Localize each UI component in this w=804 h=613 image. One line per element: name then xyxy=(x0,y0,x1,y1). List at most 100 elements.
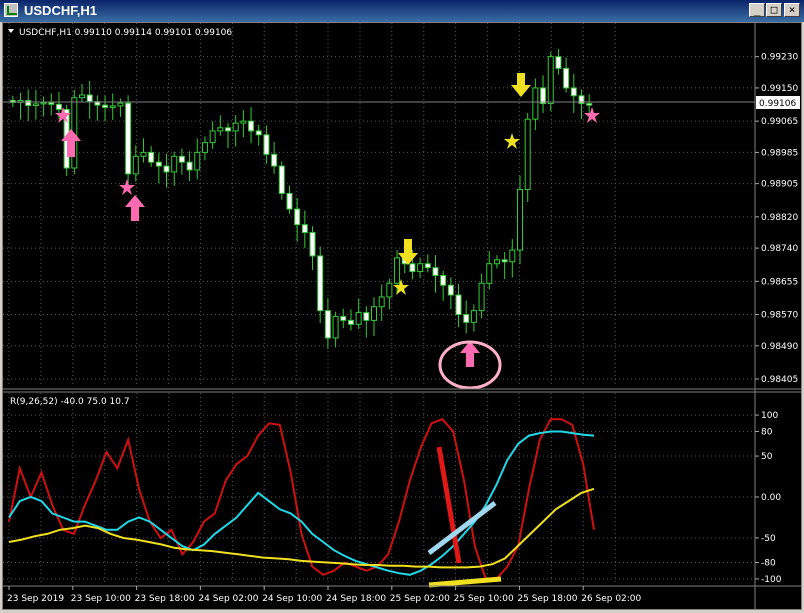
candle xyxy=(140,138,147,163)
price-grid xyxy=(3,23,755,387)
price-tick-label: 0.98740 xyxy=(761,244,798,254)
candle xyxy=(255,124,262,146)
chart-canvas[interactable]: 0.99230 0.99150 0.99065 0.98985 0.98905 0.988… xyxy=(3,23,801,609)
candle xyxy=(232,115,239,147)
candle xyxy=(217,115,224,136)
indicator-series xyxy=(8,418,595,580)
chart-window-icon xyxy=(4,3,18,17)
candle xyxy=(424,254,431,273)
candle xyxy=(201,136,208,161)
candle xyxy=(117,98,124,117)
candle xyxy=(132,145,139,182)
candle xyxy=(155,152,162,184)
candle xyxy=(432,255,439,293)
price-tick-label: 0.98490 xyxy=(761,342,798,352)
chart-header: USDCHF,H1 0.99110 0.99114 0.99101 0.9910… xyxy=(19,28,232,38)
indicator-tick-label: -100 xyxy=(761,575,782,585)
indicator-tick-label: -50 xyxy=(761,534,776,544)
price-tick-label: 0.99065 xyxy=(761,117,798,127)
candle xyxy=(340,308,347,329)
candle xyxy=(378,284,385,321)
candle xyxy=(125,95,132,184)
candle xyxy=(470,304,477,332)
candle xyxy=(347,309,354,331)
price-tick-label: 0.98405 xyxy=(761,375,798,385)
candle xyxy=(501,252,508,279)
candle xyxy=(578,89,585,120)
price-tick-label: 0.98570 xyxy=(761,311,798,321)
maximize-button[interactable]: □ xyxy=(766,3,782,17)
candle xyxy=(563,57,570,93)
time-tick-label: 24 Sep 10:00 xyxy=(262,594,322,604)
candle xyxy=(386,278,393,310)
candle xyxy=(286,185,293,214)
candle xyxy=(109,93,116,120)
candle xyxy=(79,84,85,103)
candle xyxy=(324,298,331,349)
star-icon xyxy=(504,133,520,149)
candle xyxy=(209,121,216,149)
price-tick-label: 0.98905 xyxy=(761,180,798,190)
title-bar[interactable]: USDCHF,H1 _ □ × xyxy=(0,0,804,22)
candle xyxy=(271,141,278,174)
candle xyxy=(240,110,247,138)
time-tick-label: 23 Sep 18:00 xyxy=(135,594,195,604)
arrow-down-icon xyxy=(511,73,531,97)
star-icon xyxy=(119,179,135,195)
candle xyxy=(294,198,301,242)
candle xyxy=(301,210,308,249)
candle xyxy=(25,89,32,122)
candle xyxy=(94,95,101,121)
star-icon xyxy=(584,107,600,123)
candle xyxy=(532,78,539,131)
candle xyxy=(102,95,109,122)
candlestick-series xyxy=(9,48,593,349)
indicator-axis: 100 80 50 0.00 -50 -80 -100 xyxy=(755,411,782,585)
arrow-up-icon xyxy=(125,195,145,221)
indicator-tick-label: 0.00 xyxy=(761,493,781,503)
indicator-line xyxy=(8,418,595,580)
candle xyxy=(417,257,424,278)
time-tick-label: 25 Sep 18:00 xyxy=(517,594,577,604)
indicator-header: R(9,26,52) -40.0 75.0 10.7 xyxy=(10,397,130,407)
candle xyxy=(48,93,55,116)
candle xyxy=(509,239,516,278)
candle xyxy=(455,284,462,328)
indicator-grid xyxy=(3,393,755,585)
chart-frame[interactable]: 0.99230 0.99150 0.99065 0.98985 0.98905 0.988… xyxy=(2,22,802,610)
time-tick-label: 24 Sep 18:00 xyxy=(326,594,386,604)
current-price-value: 0.99106 xyxy=(759,99,796,109)
candle xyxy=(517,175,523,265)
indicator-tick-label: 50 xyxy=(761,452,773,462)
time-tick-label: 26 Sep 02:00 xyxy=(581,594,641,604)
price-tick-label: 0.99230 xyxy=(761,53,798,63)
time-tick-label: 25 Sep 10:00 xyxy=(454,594,514,604)
candle xyxy=(440,270,447,301)
candle xyxy=(363,306,370,338)
indicator-tick-label: 100 xyxy=(761,411,778,421)
candle xyxy=(540,75,547,113)
indicator-line xyxy=(8,430,595,576)
close-button[interactable]: × xyxy=(784,3,800,17)
price-tick-label: 0.98820 xyxy=(761,213,798,223)
candle xyxy=(332,311,339,348)
candle xyxy=(309,226,316,270)
candle xyxy=(17,92,24,120)
candle xyxy=(186,151,193,181)
price-tick-label: 0.98655 xyxy=(761,277,798,287)
candle xyxy=(40,96,47,117)
time-tick-label: 25 Sep 02:00 xyxy=(390,594,450,604)
minimize-button[interactable]: _ xyxy=(749,3,765,17)
current-price-marker: 0.99106 xyxy=(756,96,800,109)
indicator-line xyxy=(8,487,595,569)
time-tick-label: 23 Sep 2019 xyxy=(7,594,64,604)
candle xyxy=(317,246,324,324)
candle xyxy=(524,112,531,203)
candle xyxy=(447,277,454,310)
candle xyxy=(148,146,155,167)
candle xyxy=(478,273,485,319)
candle xyxy=(163,153,170,188)
candle xyxy=(570,73,577,113)
time-tick-label: 23 Sep 10:00 xyxy=(71,594,131,604)
arrow-down-icon xyxy=(398,239,418,265)
